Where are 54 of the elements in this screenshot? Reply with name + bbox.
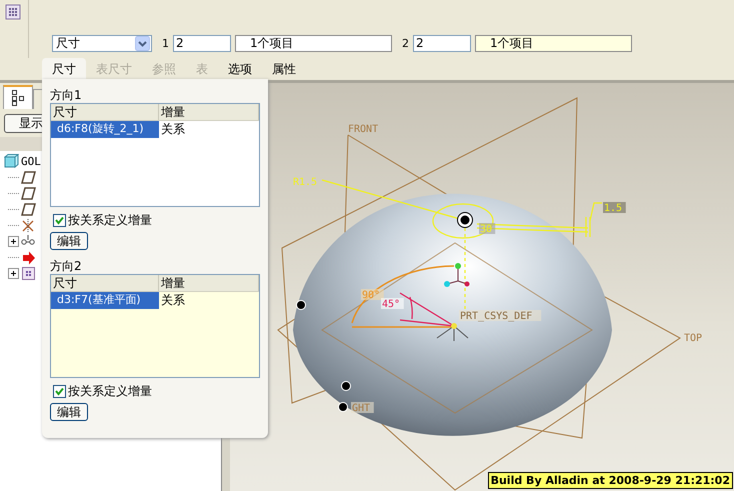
checkbox[interactable] — [53, 214, 66, 227]
dashboard-tab[interactable]: 属性 — [262, 58, 306, 79]
edit-button[interactable]: 编辑 — [50, 232, 88, 250]
column-header[interactable]: 尺寸 — [51, 104, 159, 120]
parallelogram-icon[interactable] — [21, 202, 36, 216]
tree-item-label[interactable]: GOL — [21, 154, 41, 168]
grid-icon[interactable] — [21, 266, 36, 280]
dimension-label: 90° — [362, 290, 380, 301]
dimension-circle — [432, 203, 494, 239]
arrow-icon[interactable] — [21, 250, 36, 264]
section-title: 方向2 — [50, 258, 83, 274]
checkbox-label: 按关系定义增量 — [68, 383, 152, 400]
build-stamp: Build By Alladin at 2008-9-29 21:21:02 — [488, 472, 733, 489]
dashboard-tab[interactable]: 选项 — [218, 58, 262, 79]
csys-label: PRT_CSYS_DEF — [460, 311, 532, 322]
parallelogram-icon[interactable] — [21, 186, 36, 200]
dashboard-tab[interactable]: 尺寸 — [42, 58, 86, 79]
tree-icon — [12, 90, 24, 106]
dimension-label: 1.5 — [604, 203, 622, 214]
axis-handles-drawing — [444, 263, 470, 287]
expand-toggle[interactable] — [8, 236, 19, 246]
collector-dropdown[interactable]: 尺寸 — [52, 34, 152, 52]
csys-drawing — [436, 323, 468, 342]
table-cell-text: 关系 — [160, 292, 186, 309]
collector-label: 1 — [162, 36, 169, 50]
column-header[interactable]: 尺寸 — [51, 275, 159, 291]
checkbox-label: 按关系定义增量 — [68, 212, 152, 229]
parallelogram-icon[interactable] — [21, 170, 36, 184]
dimension-label: 30 — [480, 224, 492, 235]
dimension-label: 45° — [382, 299, 400, 310]
expand-toggle[interactable] — [8, 268, 19, 278]
collector-label: 2 — [402, 36, 409, 50]
edit-button[interactable]: 编辑 — [50, 403, 88, 421]
table-cell[interactable]: d3:F7(基准平面) — [51, 292, 159, 309]
column-header[interactable]: 增量 — [158, 104, 259, 120]
drag-handle-icon[interactable] — [457, 212, 473, 228]
cube-icon[interactable] — [4, 154, 19, 168]
grid-icon[interactable] — [5, 4, 21, 20]
table-cell-text: 关系 — [160, 121, 186, 138]
section-title: 方向1 — [50, 87, 83, 103]
checkbox[interactable] — [53, 385, 66, 398]
dimension-label: R1.5 — [293, 177, 318, 188]
plane-label: FRONT — [348, 124, 378, 135]
column-header[interactable]: 增量 — [158, 275, 259, 291]
count-field[interactable]: 2 — [413, 34, 471, 52]
dropdown-caret-icon[interactable] — [135, 36, 150, 50]
plane-label: TOP — [684, 333, 702, 344]
collector-field[interactable]: 1个项目 — [475, 34, 632, 52]
count-field[interactable]: 2 — [173, 34, 231, 52]
collector-field[interactable]: 1个项目 — [235, 34, 392, 52]
table-cell[interactable]: d6:F8(旋转_2_1) — [51, 121, 159, 138]
plane-label: GHT — [352, 403, 370, 414]
tree-tab[interactable] — [3, 85, 33, 109]
axes-icon[interactable] — [21, 218, 36, 232]
